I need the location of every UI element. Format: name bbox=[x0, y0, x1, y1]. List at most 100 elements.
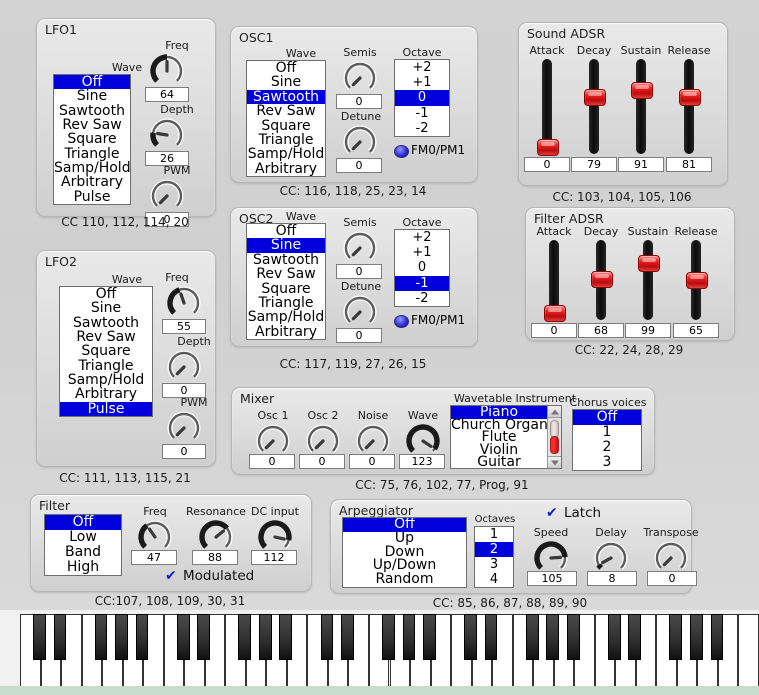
osc2-octave-option[interactable]: +1 bbox=[395, 245, 449, 260]
lfo2-depth-knob[interactable] bbox=[165, 348, 203, 386]
slider-handle[interactable] bbox=[584, 89, 606, 107]
lfo1-wave-list[interactable]: Off Sine Sawtooth Rev Saw Square Triangle Samp… bbox=[53, 74, 131, 205]
arpeggiator-mode-option[interactable]: Random bbox=[343, 572, 466, 587]
scrollbar-thumb-red[interactable] bbox=[550, 436, 559, 454]
filter-type-list[interactable]: Off Low Band High bbox=[44, 514, 122, 576]
osc2-octave-option[interactable]: +2 bbox=[395, 230, 449, 245]
lfo2-freq-knob[interactable] bbox=[165, 284, 203, 322]
piano-keyboard[interactable] bbox=[0, 610, 759, 695]
osc1-octave-option[interactable]: 0 bbox=[395, 90, 449, 106]
osc1-octave-option[interactable]: -1 bbox=[395, 106, 449, 121]
filter-type-option[interactable]: High bbox=[45, 560, 121, 575]
black-key[interactable] bbox=[382, 614, 395, 660]
lfo1-wave-option[interactable]: Triangle bbox=[54, 146, 130, 161]
osc2-wave-option[interactable]: Triangle bbox=[247, 295, 325, 310]
filter-type-option[interactable]: Off bbox=[45, 515, 121, 530]
sound-adsr-slider[interactable] bbox=[584, 59, 606, 154]
lfo1-wave-option[interactable]: Sawtooth bbox=[54, 103, 130, 118]
black-key[interactable] bbox=[341, 614, 354, 660]
black-key[interactable] bbox=[423, 614, 436, 660]
black-key[interactable] bbox=[464, 614, 477, 660]
slider-handle[interactable] bbox=[631, 82, 653, 100]
osc2-wave-option[interactable]: Sawtooth bbox=[247, 252, 325, 267]
lfo1-wave-option[interactable]: Off bbox=[54, 75, 130, 89]
osc2-octave-list[interactable]: +2 +1 0 -1 -2 bbox=[394, 229, 450, 307]
black-key[interactable] bbox=[566, 614, 580, 660]
lfo2-wave-option[interactable]: Pulse bbox=[60, 401, 152, 416]
black-key[interactable] bbox=[484, 614, 498, 660]
black-key[interactable] bbox=[669, 614, 683, 660]
arpeggiator-mode-list[interactable]: Off Up Down Up/Down Random bbox=[342, 517, 467, 588]
lfo2-pwm-knob[interactable] bbox=[165, 409, 203, 447]
osc2-fm-pm-led[interactable] bbox=[394, 315, 409, 328]
filter-adsr-slider[interactable] bbox=[591, 240, 613, 320]
arpeggiator-octaves-option[interactable]: 2 bbox=[475, 542, 513, 557]
black-key[interactable] bbox=[94, 614, 108, 660]
black-key[interactable] bbox=[525, 614, 539, 660]
osc2-octave-option[interactable]: 0 bbox=[395, 260, 449, 275]
black-key[interactable] bbox=[176, 614, 190, 660]
lfo1-pwm-knob[interactable] bbox=[148, 177, 186, 215]
osc1-octave-list[interactable]: +2 +1 0 -1 -2 bbox=[394, 59, 450, 137]
scroll-up-icon[interactable] bbox=[548, 406, 561, 418]
lfo2-wave-list[interactable]: Off Sine Sawtooth Rev Saw Square Triangle Samp… bbox=[59, 286, 153, 417]
wavetable-option[interactable]: Guitar bbox=[451, 455, 547, 468]
slider-track[interactable] bbox=[636, 59, 646, 154]
osc2-semis-knob[interactable] bbox=[341, 229, 379, 267]
arpeggiator-octaves-option[interactable]: 4 bbox=[475, 572, 513, 587]
scroll-down-icon[interactable] bbox=[548, 456, 561, 468]
arpeggiator-octaves-option[interactable]: 1 bbox=[475, 527, 513, 542]
latch-checkbox[interactable]: ✔ bbox=[546, 506, 558, 520]
osc1-wave-option[interactable]: Triangle bbox=[247, 132, 325, 147]
black-key[interactable] bbox=[279, 614, 293, 660]
osc2-wave-list[interactable]: Off Sine Sawtooth Rev Saw Square Triangle Samp… bbox=[246, 223, 326, 340]
osc2-detune-knob[interactable] bbox=[341, 293, 379, 331]
chorus-voices-list[interactable]: Off 1 2 3 bbox=[572, 409, 642, 471]
lfo2-wave-option[interactable]: Off bbox=[60, 287, 152, 301]
slider-track[interactable] bbox=[589, 59, 599, 154]
osc1-wave-option[interactable]: Sawtooth bbox=[247, 89, 325, 104]
black-key[interactable] bbox=[33, 614, 46, 660]
lfo1-wave-option[interactable]: Square bbox=[54, 132, 130, 147]
slider-handle[interactable] bbox=[638, 254, 660, 272]
slider-handle[interactable] bbox=[591, 270, 613, 288]
osc1-wave-option[interactable]: Rev Saw bbox=[247, 104, 325, 119]
osc2-wave-option[interactable]: Off bbox=[247, 224, 325, 238]
slider-track[interactable] bbox=[684, 59, 694, 154]
osc2-wave-option[interactable]: Samp/Hold bbox=[247, 310, 325, 325]
osc1-octave-option[interactable]: +1 bbox=[395, 75, 449, 90]
white-key[interactable] bbox=[738, 614, 759, 688]
black-key[interactable] bbox=[115, 614, 128, 660]
wavetable-scrollbar[interactable] bbox=[547, 406, 561, 468]
lfo1-depth-knob[interactable] bbox=[148, 116, 186, 154]
osc2-wave-option[interactable]: Rev Saw bbox=[247, 267, 325, 282]
osc1-octave-option[interactable]: -2 bbox=[395, 121, 449, 136]
lfo2-wave-option[interactable]: Sine bbox=[60, 301, 152, 316]
sound-adsr-slider[interactable] bbox=[631, 59, 653, 154]
slider-handle[interactable] bbox=[537, 139, 559, 156]
lfo2-wave-option[interactable]: Arbitrary bbox=[60, 387, 152, 402]
black-key[interactable] bbox=[238, 614, 252, 660]
osc1-wave-option[interactable]: Samp/Hold bbox=[247, 147, 325, 162]
filter-adsr-slider[interactable] bbox=[686, 240, 708, 320]
lfo1-freq-knob[interactable] bbox=[148, 52, 186, 90]
lfo1-wave-option[interactable]: Pulse bbox=[54, 189, 130, 204]
chorus-option[interactable]: 1 bbox=[573, 425, 641, 440]
lfo1-wave-option[interactable]: Arbitrary bbox=[54, 175, 130, 190]
osc2-wave-option[interactable]: Arbitrary bbox=[247, 324, 325, 339]
chorus-option[interactable]: 3 bbox=[573, 455, 641, 470]
lfo1-wave-option[interactable]: Sine bbox=[54, 89, 130, 104]
black-key[interactable] bbox=[628, 614, 642, 660]
slider-track[interactable] bbox=[643, 240, 653, 320]
black-key[interactable] bbox=[546, 614, 560, 660]
chorus-option[interactable]: 2 bbox=[573, 440, 641, 455]
osc2-wave-option[interactable]: Square bbox=[247, 281, 325, 296]
arpeggiator-octaves-option[interactable]: 3 bbox=[475, 557, 513, 572]
lfo2-wave-option[interactable]: Sawtooth bbox=[60, 315, 152, 330]
black-key[interactable] bbox=[402, 614, 416, 660]
lfo2-wave-option[interactable]: Triangle bbox=[60, 358, 152, 373]
osc1-detune-knob[interactable] bbox=[341, 123, 379, 161]
osc1-octave-option[interactable]: +2 bbox=[395, 60, 449, 75]
filter-adsr-slider[interactable] bbox=[544, 240, 566, 322]
black-key[interactable] bbox=[258, 614, 272, 660]
